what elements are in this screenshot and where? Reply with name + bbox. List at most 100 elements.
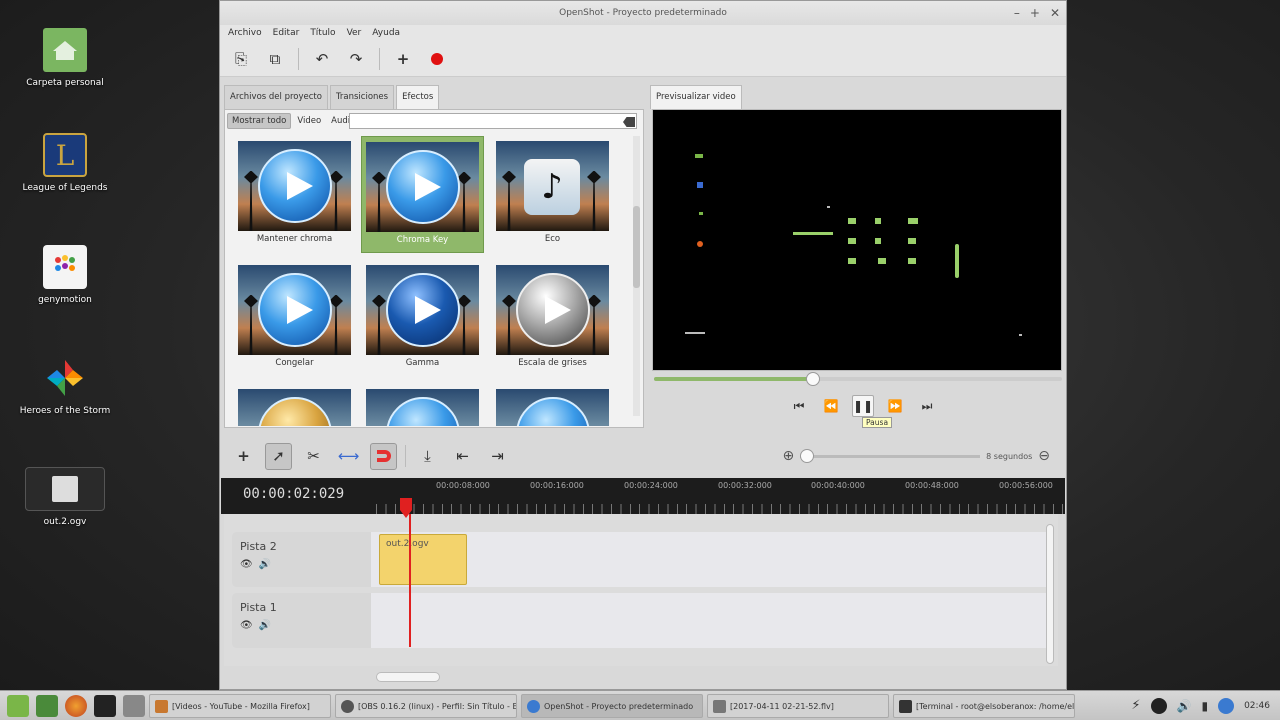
effect-item[interactable] xyxy=(491,384,614,426)
minimize-icon[interactable]: – xyxy=(1014,1,1020,25)
effect-thumbnail xyxy=(496,389,609,426)
track-header[interactable]: Pista 2 👁 🔊 xyxy=(232,532,371,587)
taskbar: [Videos - YouTube - Mozilla Firefox] [OB… xyxy=(0,690,1280,720)
zoom-slider[interactable] xyxy=(800,448,981,463)
export-icon[interactable]: ⧉ xyxy=(264,48,286,70)
music-note-icon: ♪ xyxy=(524,159,580,215)
jump-start-icon[interactable]: ⏮ xyxy=(788,395,810,417)
zoom-out-icon[interactable]: ⊖ xyxy=(1038,448,1050,464)
effect-item[interactable]: ♪ Eco xyxy=(491,136,614,253)
previous-marker-icon[interactable]: ⇤ xyxy=(449,443,476,470)
add-track-button[interactable]: + xyxy=(230,443,257,470)
video-player-icon xyxy=(713,699,726,713)
tab-transitions[interactable]: Transiciones xyxy=(329,85,395,109)
desktop-icon-heroes-of-the-storm[interactable]: Heroes of the Storm xyxy=(15,356,115,416)
firefox-icon[interactable] xyxy=(65,694,87,717)
taskbar-item-active[interactable]: OpenShot - Proyecto predeterminado xyxy=(521,693,703,718)
menu-ayuda[interactable]: Ayuda xyxy=(372,25,400,41)
tab-effects[interactable]: Efectos xyxy=(396,85,440,109)
select-pointer-icon[interactable]: ➚ xyxy=(265,442,292,470)
toolbar-divider xyxy=(298,47,299,70)
zoom-in-icon[interactable]: ⊕ xyxy=(782,448,794,464)
speaker-icon[interactable]: 🔊 xyxy=(259,559,271,570)
maximize-icon[interactable]: + xyxy=(1030,1,1040,25)
next-marker-icon[interactable]: ⇥ xyxy=(484,443,511,470)
snap-arrows-icon[interactable]: ⟷ xyxy=(335,443,362,470)
add-track-icon[interactable]: + xyxy=(392,48,414,70)
track-row[interactable]: Pista 2 👁 🔊 out.2.ogv xyxy=(232,532,1052,587)
effect-item-selected[interactable]: Chroma Key xyxy=(361,136,484,253)
track-row[interactable]: Pista 1 👁 🔊 xyxy=(232,593,1052,648)
battery-icon[interactable]: ▮ xyxy=(1201,699,1208,713)
record-icon xyxy=(431,52,443,65)
menu-icon[interactable] xyxy=(7,694,29,717)
taskbar-item[interactable]: [2017-04-11 02-21-52.flv] xyxy=(707,693,889,718)
desktop-icon-genymotion[interactable]: genymotion xyxy=(15,245,115,305)
terminal-icon[interactable] xyxy=(94,694,116,717)
effect-thumbnail xyxy=(496,265,609,355)
record-button[interactable] xyxy=(426,48,448,70)
update-shield-icon[interactable] xyxy=(1218,697,1235,714)
razor-scissors-icon[interactable]: ✂ xyxy=(300,443,327,470)
effects-scrollbar[interactable] xyxy=(633,136,640,416)
playhead-line[interactable] xyxy=(409,514,411,647)
filter-video[interactable]: Video xyxy=(293,114,325,128)
effect-item[interactable] xyxy=(361,384,484,426)
redo-icon[interactable]: ↷ xyxy=(345,48,367,70)
tab-project-files[interactable]: Archivos del proyecto xyxy=(224,85,328,109)
desktop-icon-league-of-legends[interactable]: L League of Legends xyxy=(15,133,115,193)
tab-preview[interactable]: Previsualizar video xyxy=(650,85,742,109)
add-marker-icon[interactable]: ⤓ xyxy=(414,443,441,470)
jump-end-icon[interactable]: ⏭ xyxy=(916,395,938,417)
fast-forward-icon[interactable]: ⏩ xyxy=(884,395,906,417)
close-icon[interactable]: ✕ xyxy=(1050,1,1060,25)
eye-icon[interactable]: 👁 xyxy=(240,620,253,631)
effect-item[interactable]: Congelar xyxy=(233,260,356,377)
menu-archivo[interactable]: Archivo xyxy=(228,25,262,41)
desktop-icon-video-file[interactable]: out.2.ogv xyxy=(15,467,115,527)
show-desktop-icon[interactable] xyxy=(36,694,58,717)
effect-item[interactable]: Gamma xyxy=(361,260,484,377)
track-header[interactable]: Pista 1 👁 🔊 xyxy=(232,593,371,648)
effect-item[interactable] xyxy=(233,384,356,426)
window-titlebar[interactable]: OpenShot - Proyecto predeterminado – + ✕ xyxy=(220,1,1066,25)
taskbar-item[interactable]: [Terminal - root@elsoberanox: /home/el..… xyxy=(893,693,1075,718)
clock[interactable]: 02:46 xyxy=(1244,701,1270,711)
obs-icon xyxy=(341,699,354,713)
rewind-icon[interactable]: ⏪ xyxy=(820,395,842,417)
pause-icon[interactable]: ❚❚ xyxy=(852,395,874,417)
magnet-snapping-icon[interactable] xyxy=(370,442,397,470)
speaker-icon[interactable]: 🔊 xyxy=(259,620,271,631)
effect-item[interactable]: Escala de grises xyxy=(491,260,614,377)
timeline-horizontal-scrollbar[interactable] xyxy=(376,672,440,682)
play-icon xyxy=(544,296,571,324)
scrollbar-thumb[interactable] xyxy=(633,206,640,288)
undo-icon[interactable]: ↶ xyxy=(311,48,333,70)
menu-ver[interactable]: Ver xyxy=(347,25,362,41)
files-icon[interactable] xyxy=(123,694,145,717)
effect-item[interactable]: Mantener chroma xyxy=(233,136,356,253)
timeline-clip[interactable]: out.2.ogv xyxy=(379,534,467,585)
openshot-window: OpenShot - Proyecto predeterminado – + ✕… xyxy=(219,0,1067,690)
playback-seekbar[interactable] xyxy=(654,372,1062,386)
effects-search-input[interactable] xyxy=(349,113,637,129)
steam-icon[interactable] xyxy=(1150,697,1167,714)
taskbar-item[interactable]: [Videos - YouTube - Mozilla Firefox] xyxy=(149,693,331,718)
menu-editar[interactable]: Editar xyxy=(273,25,300,41)
timeline-ruler[interactable]: 00:00:02:029 00:00:08:000 00:00:16:000 0… xyxy=(221,478,1065,514)
import-files-icon[interactable]: ⎘ xyxy=(230,48,252,70)
menu-titulo[interactable]: Título xyxy=(310,25,335,41)
effect-label: Chroma Key xyxy=(396,235,449,245)
desktop-icon-home-folder[interactable]: Carpeta personal xyxy=(15,28,115,88)
desktop-icon-label: genymotion xyxy=(38,295,92,305)
zoom-slider-handle[interactable] xyxy=(800,448,815,463)
network-icon[interactable]: ⚡ xyxy=(1131,698,1140,713)
taskbar-item[interactable]: [OBS 0.16.2 (linux) - Perfil: Sin Título… xyxy=(335,693,517,718)
seekbar-handle[interactable] xyxy=(806,372,821,386)
eye-icon[interactable]: 👁 xyxy=(240,559,253,570)
effect-label: Gamma xyxy=(405,358,440,368)
desktop-icon-label: Carpeta personal xyxy=(26,78,104,88)
filter-show-all[interactable]: Mostrar todo xyxy=(227,113,292,129)
volume-icon[interactable]: 🔊 xyxy=(1177,699,1192,713)
timeline-vertical-scrollbar[interactable] xyxy=(1046,524,1054,664)
